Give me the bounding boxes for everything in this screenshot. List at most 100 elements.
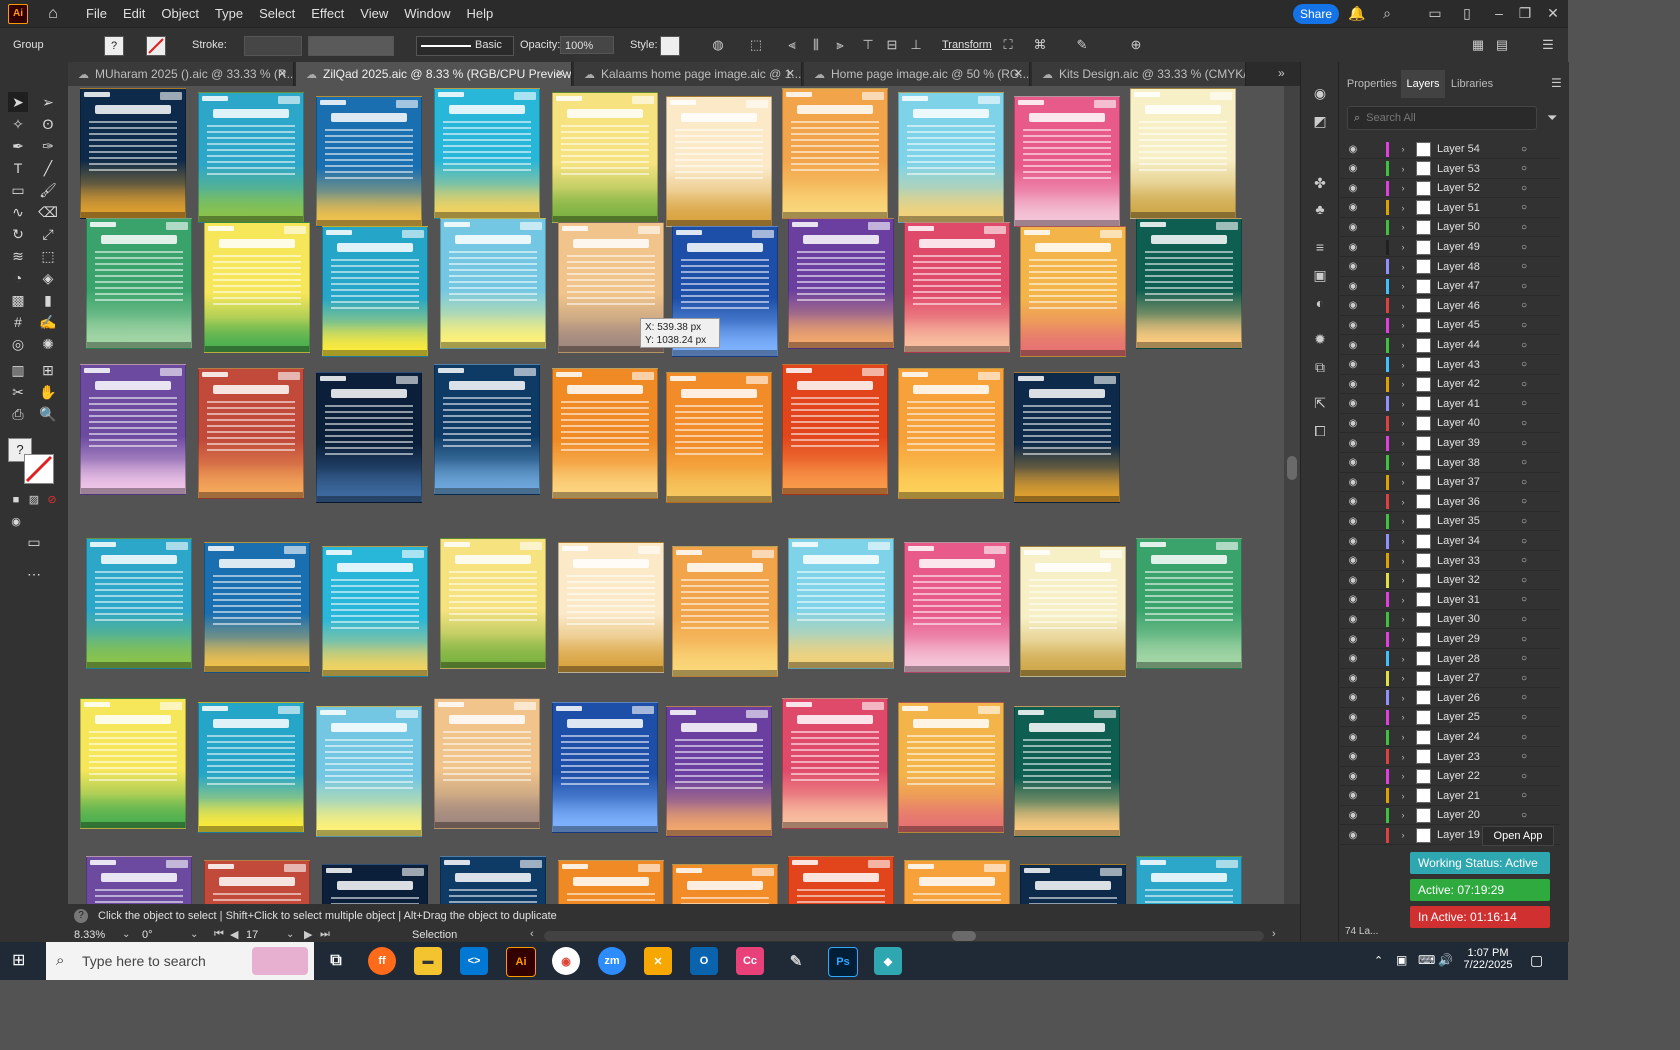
target-circle-icon[interactable]: ○ [1521,379,1527,390]
visibility-eye-icon[interactable]: ◉ [1346,300,1360,311]
expand-chevron-icon[interactable]: › [1397,536,1409,546]
artboard-thumbnail[interactable] [1136,856,1242,904]
tab-muharam[interactable]: ☁ MUharam 2025 ().aic @ 33.33 % (R... ✕ [68,62,294,86]
scroll-left-icon[interactable]: ‹ [530,928,534,940]
visibility-eye-icon[interactable]: ◉ [1346,202,1360,213]
layer-row[interactable]: ◉ › Layer 46 ○ [1338,297,1560,316]
artboard-thumbnail[interactable] [440,538,546,669]
global-edit-icon[interactable]: ⊕ [1128,37,1144,53]
visibility-eye-icon[interactable]: ◉ [1346,438,1360,449]
layer-row[interactable]: ◉ › Layer 51 ○ [1338,199,1560,218]
panel-menu-icon[interactable]: ☰ [1551,76,1562,90]
perspective-grid-tool-icon[interactable]: ▩ [8,290,28,310]
menu-effect[interactable]: Effect [311,6,344,21]
target-circle-icon[interactable]: ○ [1521,771,1527,782]
expand-chevron-icon[interactable]: › [1397,575,1409,585]
warp-tool-icon[interactable]: ≋ [8,246,28,266]
task-view-icon[interactable]: ⧉ [322,947,350,975]
artboard-thumbnail[interactable] [552,368,658,499]
visibility-eye-icon[interactable]: ◉ [1346,594,1360,605]
stroke-weight-field[interactable] [244,36,302,56]
layer-name[interactable]: Layer 32 [1437,574,1517,586]
graphic-style-swatch[interactable] [660,36,680,56]
eraser-tool-icon[interactable]: ⌫ [38,202,58,222]
target-circle-icon[interactable]: ○ [1521,575,1527,586]
layer-row[interactable]: ◉ › Layer 45 ○ [1338,316,1560,336]
target-circle-icon[interactable]: ○ [1521,653,1527,664]
direct-selection-tool-icon[interactable]: ➢ [38,92,58,112]
zoom-app-icon[interactable]: zm [598,947,626,975]
visibility-eye-icon[interactable]: ◉ [1346,673,1360,684]
zoom-dropdown-icon[interactable]: ⌄ [122,929,130,940]
clock[interactable]: 1:07 PM 7/22/2025 [1460,947,1516,971]
expand-chevron-icon[interactable]: › [1397,732,1409,742]
artboard-thumbnail[interactable] [80,88,186,219]
tab-layers[interactable]: Layers [1401,70,1445,98]
layer-name[interactable]: Layer 31 [1437,594,1517,606]
align-center-icon[interactable]: ⫼ [808,37,824,53]
target-circle-icon[interactable]: ○ [1521,398,1527,409]
visibility-eye-icon[interactable]: ◉ [1346,653,1360,664]
close-tab-icon[interactable]: ✕ [556,67,565,80]
target-circle-icon[interactable]: ○ [1521,516,1527,527]
scale-tool-icon[interactable]: ⤢ [38,224,58,244]
layer-row[interactable]: ◉ › Layer 30 ○ [1338,610,1560,630]
target-circle-icon[interactable]: ○ [1521,536,1527,547]
minimize-icon[interactable]: – [1490,5,1508,21]
layer-row[interactable]: ◉ › Layer 29 ○ [1338,630,1560,649]
layer-name[interactable]: Layer 46 [1437,300,1517,312]
tab-kits-design[interactable]: ☁ Kits Design.aic @ 33.33 % (CMYK/... [1032,62,1246,86]
chrome-icon[interactable]: ◉ [552,947,580,975]
layer-row[interactable]: ◉ › Layer 22 ○ [1338,767,1560,787]
expand-chevron-icon[interactable]: › [1397,752,1409,762]
screen-mode-icon[interactable]: ▭ [24,532,44,552]
artboard-thumbnail[interactable] [898,92,1004,223]
layer-row[interactable]: ◉ › Layer 24 ○ [1338,728,1560,747]
artboard-thumbnail[interactable] [1020,226,1126,357]
artboard-thumbnail[interactable] [316,372,422,503]
workspace-icon[interactable]: ▭ [1426,5,1444,21]
layer-name[interactable]: Layer 44 [1437,339,1517,351]
target-circle-icon[interactable]: ○ [1521,712,1527,723]
tab-zilqad[interactable]: ☁ ZilQad 2025.aic @ 8.33 % (RGB/CPU Prev… [296,62,572,86]
menu-type[interactable]: Type [215,6,243,21]
network-icon[interactable]: ⌨ [1418,953,1435,967]
visibility-eye-icon[interactable]: ◉ [1346,144,1360,155]
layer-name[interactable]: Layer 23 [1437,751,1517,763]
expand-chevron-icon[interactable]: › [1397,830,1409,840]
vscode-icon[interactable]: <> [460,947,488,975]
artboard-thumbnail[interactable] [1136,538,1242,669]
artboard-thumbnail[interactable] [322,546,428,677]
layer-name[interactable]: Layer 48 [1437,261,1517,273]
live-paint-tool-icon[interactable]: ◈ [38,268,58,288]
visibility-eye-icon[interactable]: ◉ [1346,790,1360,801]
layer-row[interactable]: ◉ › Layer 21 ○ [1338,787,1560,806]
target-circle-icon[interactable]: ○ [1521,496,1527,507]
illustrator-taskbar-icon[interactable]: Ai [506,947,536,977]
variable-width-field[interactable] [308,36,394,56]
artboard-thumbnail[interactable] [666,96,772,227]
layer-row[interactable]: ◉ › Layer 54 ○ [1338,140,1560,159]
expand-chevron-icon[interactable]: › [1397,497,1409,507]
layer-name[interactable]: Layer 20 [1437,809,1517,821]
artboard-thumbnail[interactable] [316,96,422,227]
filter-icon[interactable]: ⏷ [1547,110,1557,126]
expand-chevron-icon[interactable]: › [1397,712,1409,722]
creative-cloud-icon[interactable]: Cc [736,947,764,975]
expand-chevron-icon[interactable]: › [1397,418,1409,428]
artboard-thumbnail[interactable] [1020,546,1126,677]
visibility-eye-icon[interactable]: ◉ [1346,496,1360,507]
layer-row[interactable]: ◉ › Layer 52 ○ [1338,179,1560,199]
windows-start-icon[interactable]: ⊞ [12,952,30,970]
menu-view[interactable]: View [360,6,388,21]
layer-row[interactable]: ◉ › Layer 34 ○ [1338,532,1560,551]
artboard-thumbnail[interactable] [86,538,192,669]
target-circle-icon[interactable]: ○ [1521,202,1527,213]
gradient-tool-icon[interactable]: ▮ [38,290,58,310]
symbol-sprayer-tool-icon[interactable]: ✺ [38,334,58,354]
visibility-eye-icon[interactable]: ◉ [1346,751,1360,762]
visibility-eye-icon[interactable]: ◉ [1346,261,1360,272]
horizontal-scrollbar[interactable] [544,931,1264,941]
artboard-thumbnail[interactable] [322,864,428,904]
color-mode-icon[interactable]: ■ [6,490,26,510]
